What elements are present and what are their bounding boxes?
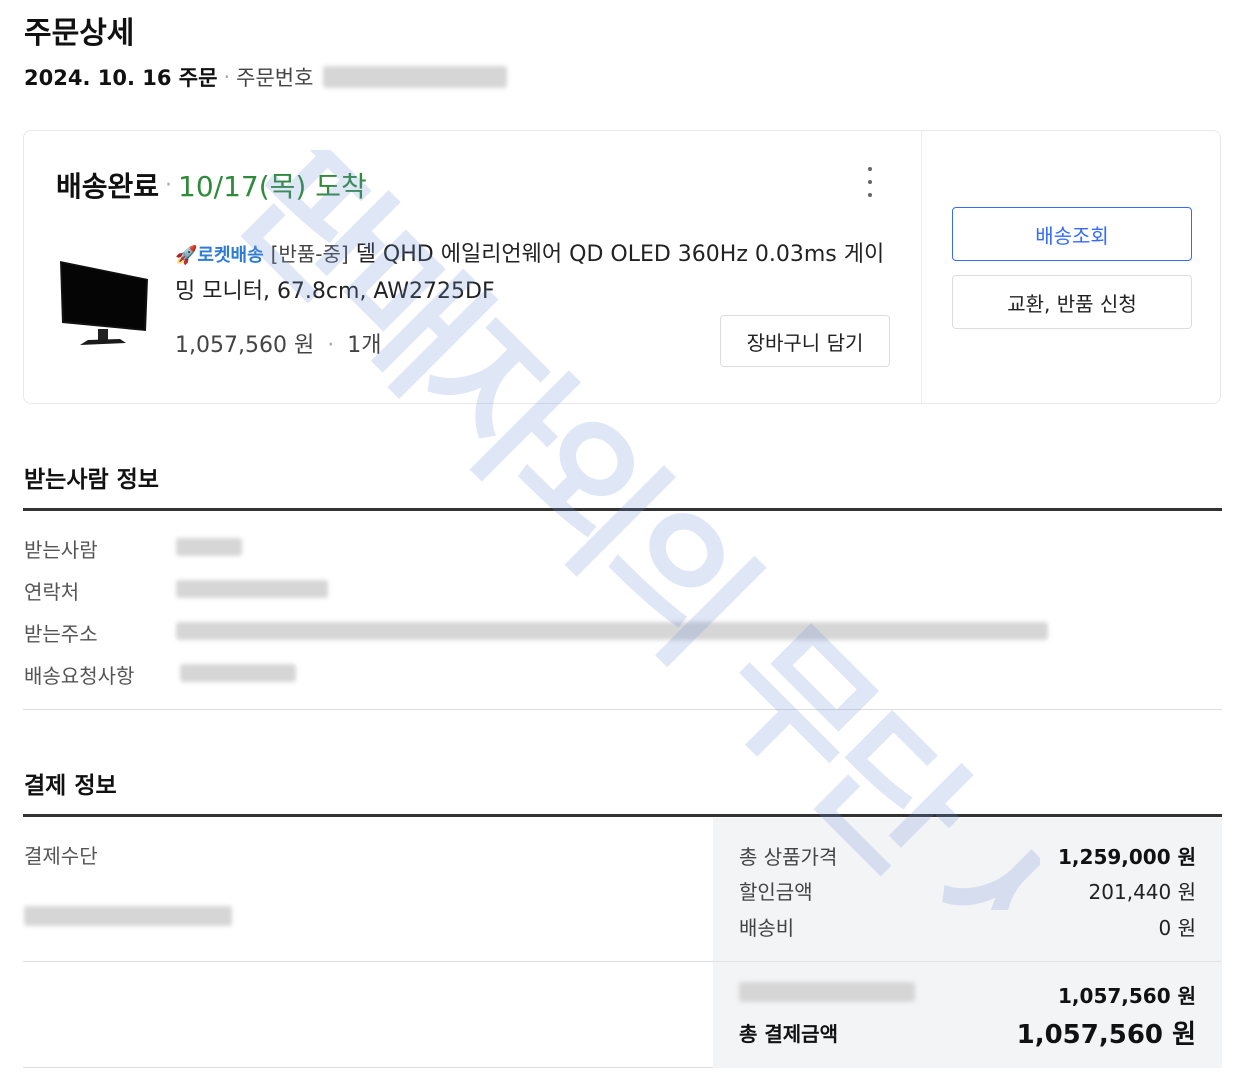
receiver-phone-redacted xyxy=(176,580,328,598)
shipment-status: 배송완료 · 10/17(목) 도착 xyxy=(56,165,367,205)
delivery-request-label: 배송요청사항 xyxy=(24,664,135,688)
product-thumbnail[interactable] xyxy=(54,253,154,353)
product-price: 1,057,560 원 xyxy=(175,333,315,358)
summary-label: 배송비 xyxy=(739,916,795,940)
shipment-card: 배송완료 · 10/17(목) 도착 🚀로켓배송 [반품-중] 델 QHD 에일… xyxy=(23,130,1221,404)
separator-dot: · xyxy=(327,333,335,358)
add-to-cart-button[interactable]: 장바구니 담기 xyxy=(720,315,890,367)
receiver-name-label: 받는사람 xyxy=(24,538,98,562)
payment-summary: 총 상품가격 1,259,000 원 할인금액 201,440 원 배송비 0 … xyxy=(713,818,1222,1068)
card-actions-column xyxy=(921,131,1222,403)
card-amount-row: 1,057,560 원 xyxy=(739,980,1196,1009)
divider xyxy=(23,961,713,962)
summary-label: 할인금액 xyxy=(739,880,813,904)
order-date: 2024. 10. 16 주문 xyxy=(24,66,218,90)
receiver-phone-label: 연락처 xyxy=(24,580,80,604)
return-tag: [반품-중] xyxy=(270,242,349,266)
separator-dot: · xyxy=(165,172,173,198)
divider xyxy=(713,961,1222,962)
summary-row: 총 상품가격 1,259,000 원 xyxy=(739,841,1196,870)
summary-label: 총 상품가격 xyxy=(739,845,838,869)
summary-value: 0 원 xyxy=(1158,916,1196,940)
divider xyxy=(23,709,1222,710)
rocket-delivery-badge: 🚀로켓배송 xyxy=(175,245,264,266)
summary-row: 할인금액 201,440 원 xyxy=(739,876,1196,905)
receiver-address-redacted xyxy=(176,622,1048,640)
more-options-icon[interactable] xyxy=(860,167,880,197)
order-number-label: 주문번호 xyxy=(236,66,314,90)
delivery-request-redacted xyxy=(180,664,296,682)
summary-value: 201,440 원 xyxy=(1088,880,1196,904)
page-title: 주문상세 xyxy=(24,16,135,51)
payment-method-redacted xyxy=(24,906,232,926)
receiver-name-redacted xyxy=(176,538,242,556)
separator-dot: · xyxy=(223,65,231,89)
payment-section-title: 결제 정보 xyxy=(24,773,117,799)
receiver-address-label: 받는주소 xyxy=(24,622,98,646)
payment-method-label: 결제수단 xyxy=(24,844,98,868)
total-value: 1,057,560 원 xyxy=(1016,1020,1196,1050)
price-line: 1,057,560 원 · 1개 xyxy=(175,327,381,359)
summary-value: 1,259,000 원 xyxy=(1058,845,1196,869)
arrival-text: 10/17(목) 도착 xyxy=(178,170,367,203)
divider xyxy=(23,508,1222,511)
track-delivery-button[interactable]: 배송조회 xyxy=(952,207,1192,261)
receiver-section-title: 받는사람 정보 xyxy=(24,467,159,493)
total-row: 총 결제금액 1,057,560 원 xyxy=(739,1014,1196,1051)
order-meta: 2024. 10. 16 주문 · 주문번호 xyxy=(24,62,508,92)
divider xyxy=(23,814,1222,817)
total-label: 총 결제금액 xyxy=(739,1022,838,1046)
card-amount: 1,057,560 원 xyxy=(1058,984,1196,1008)
status-text: 배송완료 xyxy=(56,170,160,203)
card-name-redacted xyxy=(739,982,915,1002)
return-request-button[interactable]: 교환, 반품 신청 xyxy=(952,275,1192,329)
order-number-redacted xyxy=(323,66,508,88)
product-quantity: 1개 xyxy=(347,333,382,358)
summary-row: 배송비 0 원 xyxy=(739,912,1196,941)
product-name-block[interactable]: 🚀로켓배송 [반품-중] 델 QHD 에일리언웨어 QD OLED 360Hz … xyxy=(175,236,895,310)
